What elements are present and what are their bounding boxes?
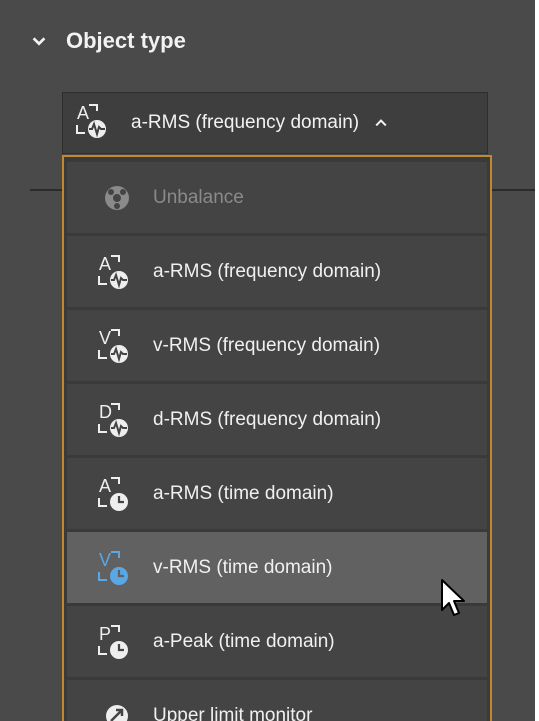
option-a-rms-frequency[interactable]: A a-RMS (frequency domain) (67, 236, 487, 307)
d-rms-frequency-icon: D (98, 402, 128, 437)
object-type-dropdown-list: Unbalance A a-RMS (frequency domain) V v… (62, 155, 492, 721)
v-rms-frequency-icon: V (98, 328, 128, 363)
object-type-panel: Object type A a-RMS (frequency domain) U… (0, 0, 539, 721)
option-label: v-RMS (frequency domain) (153, 334, 381, 356)
svg-text:V: V (99, 328, 111, 348)
option-label: v-RMS (time domain) (153, 556, 333, 578)
option-label: a-Peak (time domain) (153, 630, 335, 652)
divider-left (30, 189, 64, 191)
right-edge-strip (535, 0, 539, 721)
option-d-rms-frequency[interactable]: D d-RMS (frequency domain) (67, 384, 487, 455)
selected-value: a-RMS (frequency domain) (131, 112, 360, 133)
object-type-select[interactable]: A a-RMS (frequency domain) (62, 92, 488, 154)
svg-text:V: V (99, 550, 111, 570)
option-label: Unbalance (153, 186, 244, 208)
upper-limit-monitor-icon (106, 704, 128, 721)
option-v-rms-frequency[interactable]: V v-RMS (frequency domain) (67, 310, 487, 381)
svg-text:P: P (99, 624, 111, 644)
option-label: a-RMS (frequency domain) (153, 260, 382, 282)
option-v-rms-time[interactable]: V v-RMS (time domain) (67, 532, 487, 603)
a-peak-time-icon: P (98, 624, 128, 659)
a-rms-time-icon: A (98, 476, 128, 511)
svg-text:A: A (99, 254, 111, 274)
option-a-peak-time[interactable]: P a-Peak (time domain) (67, 606, 487, 677)
divider-right (490, 189, 535, 191)
option-upper-limit-monitor[interactable]: Upper limit monitor (67, 680, 487, 721)
option-label: Upper limit monitor (153, 704, 313, 721)
option-label: a-RMS (time domain) (153, 482, 334, 504)
option-label: d-RMS (frequency domain) (153, 408, 382, 430)
object-type-header[interactable]: Object type (30, 28, 186, 54)
a-rms-frequency-icon: A (98, 254, 128, 289)
mouse-pointer-icon (441, 579, 465, 616)
svg-text:D: D (99, 402, 112, 422)
svg-text:A: A (99, 476, 111, 496)
chevron-down-icon (32, 37, 46, 46)
option-unbalance: Unbalance (67, 162, 487, 233)
svg-text:A: A (77, 103, 89, 123)
unbalance-icon (105, 185, 129, 210)
a-rms-frequency-icon: A (76, 103, 106, 138)
chevron-up-icon (375, 119, 387, 127)
option-a-rms-time[interactable]: A a-RMS (time domain) (67, 458, 487, 529)
object-type-title: Object type (66, 28, 186, 53)
v-rms-time-icon: V (98, 550, 128, 585)
